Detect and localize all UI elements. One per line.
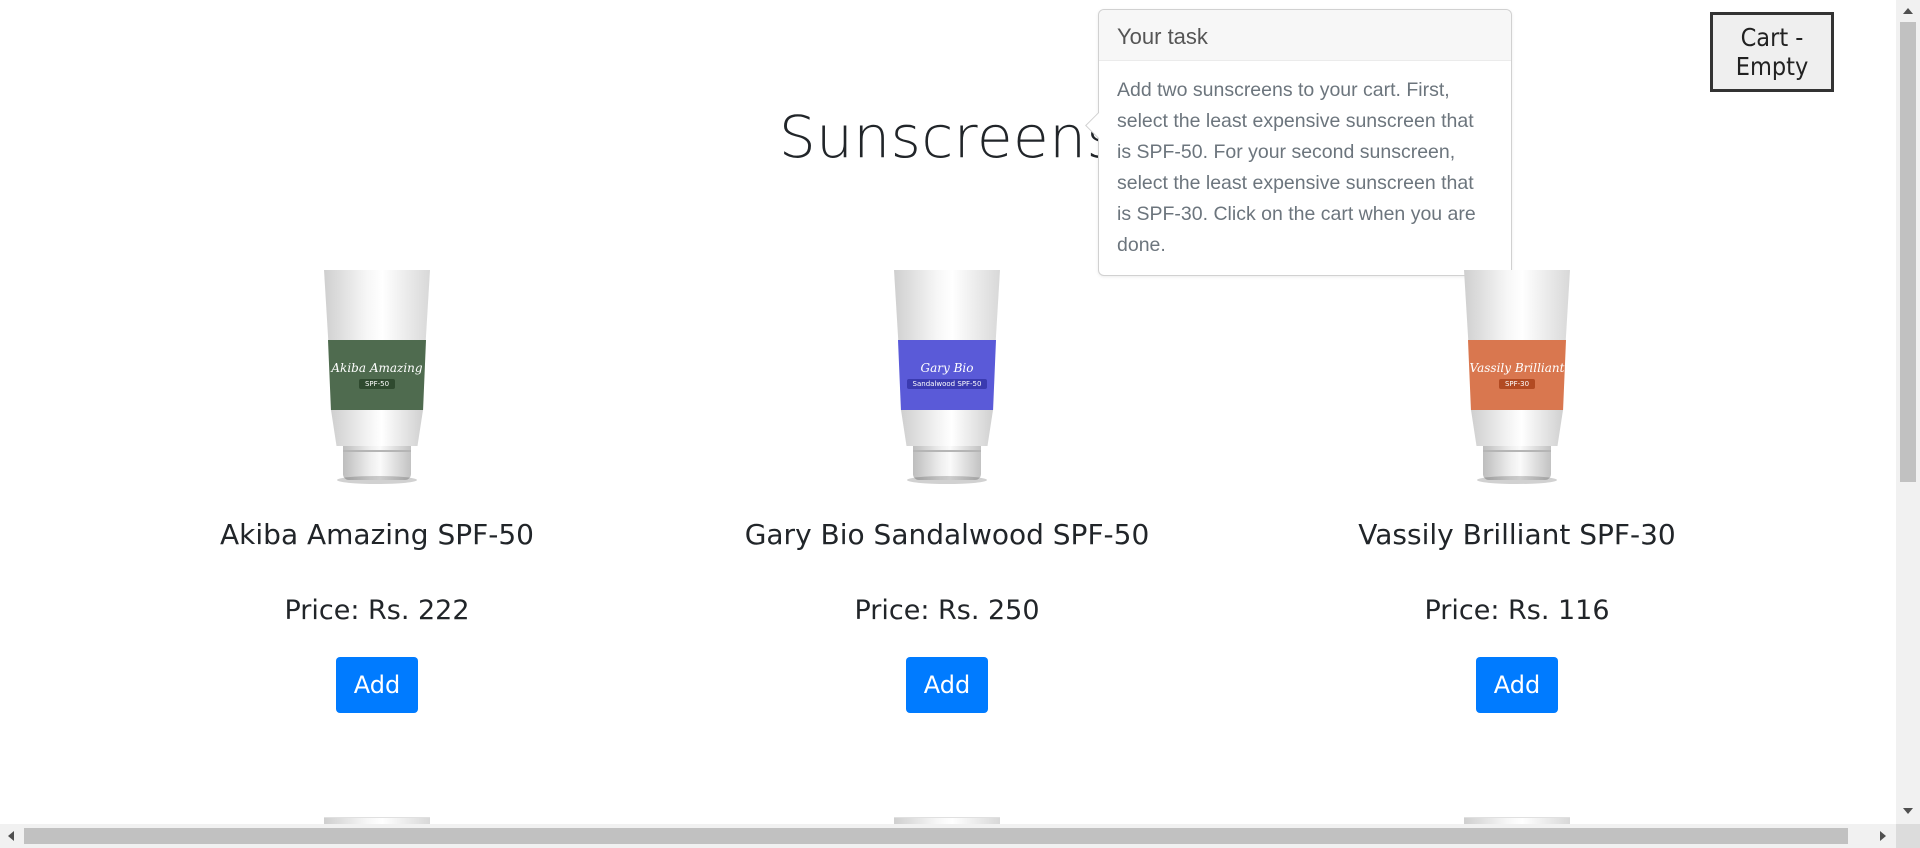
tube-bottom xyxy=(901,410,993,446)
popover-header: Your task xyxy=(1099,10,1511,61)
tube-cap xyxy=(343,446,411,480)
tube-label: Gary Bio Sandalwood SPF-50 xyxy=(898,340,996,410)
tube-shadow xyxy=(1477,476,1557,484)
product-name: Vassily Brilliant SPF-30 xyxy=(1358,518,1676,551)
tube-top xyxy=(1464,270,1570,340)
tube-shadow xyxy=(337,476,417,484)
product-price: Price: Rs. 250 xyxy=(854,595,1040,626)
add-button[interactable]: Add xyxy=(1476,657,1558,713)
horizontal-scrollbar[interactable] xyxy=(0,824,1920,848)
page-title-text: Sunscreens xyxy=(778,103,1118,171)
tube-label: Akiba Amazing SPF-50 xyxy=(328,340,426,410)
vertical-scrollbar-thumb[interactable] xyxy=(1900,22,1916,482)
next-row-product-image xyxy=(324,817,430,824)
page-viewport: Sunscreens i Your task Add two sunscreen… xyxy=(0,0,1896,824)
scroll-down-icon[interactable] xyxy=(1903,808,1913,814)
product-price: Price: Rs. 222 xyxy=(284,595,470,626)
add-button[interactable]: Add xyxy=(336,657,418,713)
tube-label: Vassily Brilliant SPF-30 xyxy=(1468,340,1566,410)
scroll-left-icon[interactable] xyxy=(8,831,14,841)
scroll-right-icon[interactable] xyxy=(1880,831,1886,841)
next-row-product-image xyxy=(1464,817,1570,824)
product-price: Price: Rs. 116 xyxy=(1424,595,1610,626)
product-card: Gary Bio Sandalwood SPF-50 Gary Bio Sand… xyxy=(697,270,1197,713)
product-card: Akiba Amazing SPF-50 Akiba Amazing SPF-5… xyxy=(127,270,627,713)
tube-spf: SPF-30 xyxy=(1498,379,1536,389)
product-image: Akiba Amazing SPF-50 xyxy=(312,270,442,485)
popover-body: Add two sunscreens to your cart. First, … xyxy=(1117,79,1476,256)
tube-bottom xyxy=(331,410,423,446)
next-row-product-image xyxy=(894,817,1000,824)
tube-cap xyxy=(913,446,981,480)
product-name: Gary Bio Sandalwood SPF-50 xyxy=(744,518,1150,551)
product-image: Gary Bio Sandalwood SPF-50 xyxy=(882,270,1012,485)
add-button[interactable]: Add xyxy=(906,657,988,713)
product-image: Vassily Brilliant SPF-30 xyxy=(1452,270,1582,485)
tube-bottom xyxy=(1471,410,1563,446)
tube-top xyxy=(324,270,430,340)
tube-shadow xyxy=(907,476,987,484)
tube-brand: Akiba Amazing xyxy=(331,361,423,375)
task-popover: Your task Add two sunscreens to your car… xyxy=(1085,9,1512,276)
tube-brand: Gary Bio xyxy=(920,361,974,375)
product-name: Akiba Amazing SPF-50 xyxy=(220,518,534,551)
tube-spf: SPF-50 xyxy=(358,379,396,389)
tube-cap xyxy=(1483,446,1551,480)
tube-spf: Sandalwood SPF-50 xyxy=(906,379,988,389)
cart-button[interactable]: Cart - Empty xyxy=(1710,12,1834,92)
horizontal-scrollbar-thumb[interactable] xyxy=(24,828,1848,844)
title-wrap: Sunscreens i xyxy=(778,102,1146,172)
product-card: Vassily Brilliant SPF-30 Vassily Brillia… xyxy=(1267,270,1767,713)
page-title: Sunscreens i xyxy=(0,102,1896,172)
scroll-up-icon[interactable] xyxy=(1903,8,1913,14)
scrollbar-corner xyxy=(1896,824,1920,848)
tube-top xyxy=(894,270,1000,340)
vertical-scrollbar[interactable] xyxy=(1896,0,1920,824)
tube-brand: Vassily Brilliant xyxy=(1469,361,1565,375)
